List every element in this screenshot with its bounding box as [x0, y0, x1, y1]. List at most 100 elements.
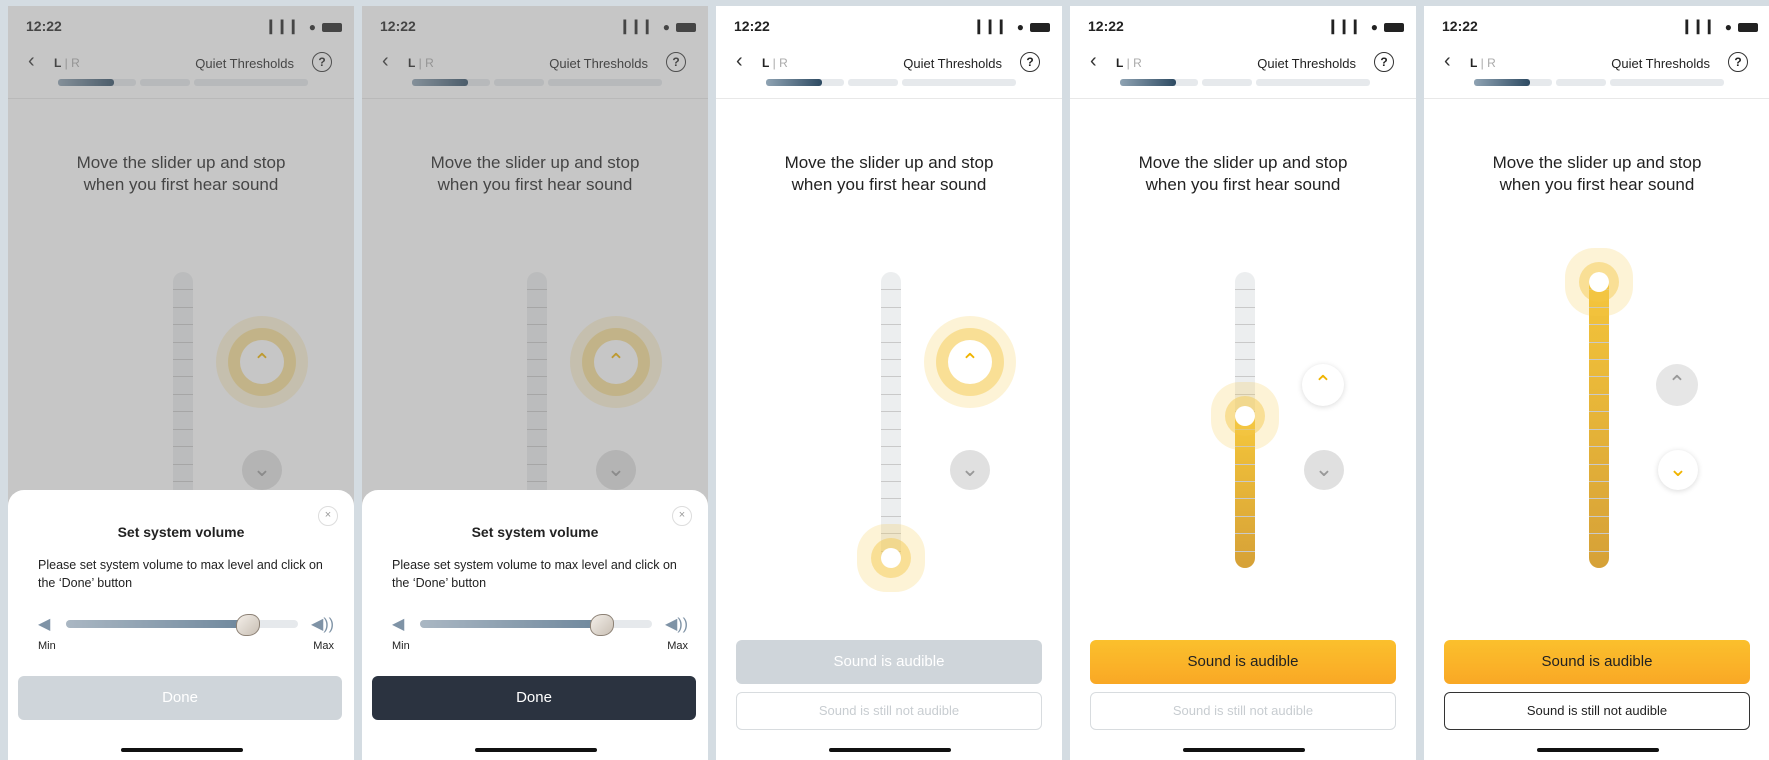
slider-tick	[1589, 324, 1609, 326]
slider-tick	[881, 324, 901, 326]
up-button[interactable]: ⌃	[1656, 364, 1698, 406]
page-title: Quiet Thresholds	[1611, 56, 1710, 71]
slider-tick	[1235, 428, 1255, 430]
nav-bar: ‹ L | R Quiet Thresholds ?	[1424, 50, 1769, 78]
max-label: Max	[667, 640, 688, 652]
slider-tick	[881, 289, 901, 291]
sound-audible-button[interactable]: Sound is audible	[1444, 640, 1750, 684]
help-icon[interactable]: ?	[1728, 52, 1748, 72]
home-indicator	[121, 748, 243, 752]
done-button[interactable]: Done	[372, 676, 696, 720]
screen-3: 12:22 ▎▎▎ ● ‹ L | R Quiet Thresholds ? M…	[716, 6, 1062, 760]
back-icon[interactable]: ‹	[1444, 50, 1451, 73]
slider-tick	[1589, 480, 1609, 482]
down-button[interactable]: ⌄	[1658, 450, 1698, 490]
slider-tick	[1235, 341, 1255, 343]
back-icon[interactable]: ‹	[736, 50, 743, 73]
slider-tick	[1589, 411, 1609, 413]
down-button[interactable]: ⌄	[1304, 450, 1344, 490]
slider-tick	[881, 428, 901, 430]
help-icon[interactable]: ?	[1020, 52, 1040, 72]
ear-toggle[interactable]: L | R	[1116, 56, 1142, 70]
sheet-description: Please set system volume to max level an…	[38, 558, 323, 590]
screen-4: 12:22 ▎▎▎ ● ‹ L | R Quiet Thresholds ? M…	[1070, 6, 1416, 760]
volume-slider[interactable]: ◀ ◀)) Min Max	[392, 614, 688, 654]
screen-5: 12:22 ▎▎▎ ● ‹ L | R Quiet Thresholds ? M…	[1424, 6, 1769, 760]
volume-slider[interactable]: ◀ ◀)) Min Max	[38, 614, 334, 654]
min-label: Min	[38, 640, 56, 652]
home-indicator	[1183, 748, 1305, 752]
slider-tick	[1235, 498, 1255, 500]
slider-tick	[881, 463, 901, 465]
threshold-slider-track[interactable]	[881, 272, 901, 568]
instruction-text: Move the slider up and stop when you firs…	[1492, 153, 1702, 194]
status-bar: 12:22 ▎▎▎ ●	[1088, 18, 1404, 38]
sound-audible-button[interactable]: Sound is audible	[1090, 640, 1396, 684]
sound-not-audible-button[interactable]: Sound is still not audible	[1090, 692, 1396, 730]
slider-tick	[881, 498, 901, 500]
slider-tick	[881, 533, 901, 535]
done-button[interactable]: Done	[18, 676, 342, 720]
instruction-text: Move the slider up and stop when you firs…	[1138, 153, 1348, 194]
signal-wifi-battery-icon: ▎▎▎ ●	[1332, 20, 1404, 34]
slider-tick	[1235, 324, 1255, 326]
progress-bar	[1120, 79, 1370, 86]
up-button[interactable]: ⌃	[948, 340, 992, 384]
progress-bar	[1474, 79, 1724, 86]
slider-tick	[1235, 359, 1255, 361]
sheet-title: Set system volume	[471, 524, 599, 540]
slider-tick	[1589, 446, 1609, 448]
volume-sheet: × Set system volume Please set system vo…	[362, 490, 708, 760]
slider-tick	[1235, 393, 1255, 395]
status-time: 12:22	[1442, 18, 1478, 34]
slider-tick	[1235, 515, 1255, 517]
ear-toggle[interactable]: L | R	[1470, 56, 1496, 70]
screen-1: 12:22 ▎▎▎ ● ‹ L | R Quiet Thresholds ? M…	[8, 6, 354, 760]
slider-tick	[881, 341, 901, 343]
sheet-description: Please set system volume to max level an…	[392, 558, 677, 590]
close-icon[interactable]: ×	[318, 506, 338, 526]
threshold-slider-track[interactable]	[1589, 272, 1609, 568]
volume-thumb[interactable]	[589, 614, 614, 636]
volume-thumb[interactable]	[235, 614, 260, 636]
slider-tick	[1589, 393, 1609, 395]
down-button[interactable]: ⌄	[950, 450, 990, 490]
status-time: 12:22	[1088, 18, 1124, 34]
up-button[interactable]: ⌃	[1302, 364, 1344, 406]
slider-tick	[881, 376, 901, 378]
sound-not-audible-button[interactable]: Sound is still not audible	[1444, 692, 1750, 730]
status-bar: 12:22 ▎▎▎ ●	[734, 18, 1050, 38]
slider-tick	[1235, 533, 1255, 535]
threshold-slider-thumb[interactable]	[881, 548, 901, 568]
sound-audible-button[interactable]: Sound is audible	[736, 640, 1042, 684]
slider-tick	[881, 393, 901, 395]
slider-tick	[1235, 463, 1255, 465]
sound-not-audible-button[interactable]: Sound is still not audible	[736, 692, 1042, 730]
home-indicator	[1537, 748, 1659, 752]
slider-tick	[1589, 463, 1609, 465]
max-label: Max	[313, 640, 334, 652]
threshold-slider-thumb[interactable]	[1589, 272, 1609, 292]
slider-tick	[1589, 341, 1609, 343]
slider-tick	[1589, 515, 1609, 517]
help-icon[interactable]: ?	[1374, 52, 1394, 72]
back-icon[interactable]: ‹	[1090, 50, 1097, 73]
sheet-title: Set system volume	[117, 524, 245, 540]
speaker-max-icon: ◀))	[311, 616, 334, 633]
slider-tick	[1589, 498, 1609, 500]
slider-tick	[1235, 376, 1255, 378]
volume-sheet: × Set system volume Please set system vo…	[8, 490, 354, 760]
threshold-slider-thumb[interactable]	[1235, 406, 1255, 426]
home-indicator	[475, 748, 597, 752]
slider-tick	[881, 411, 901, 413]
ear-toggle[interactable]: L | R	[762, 56, 788, 70]
nav-bar: ‹ L | R Quiet Thresholds ?	[1070, 50, 1416, 78]
slider-tick	[1589, 306, 1609, 308]
slider-tick	[881, 480, 901, 482]
screen-2: 12:22 ▎▎▎ ● ‹ L | R Quiet Thresholds ? M…	[362, 6, 708, 760]
close-icon[interactable]: ×	[672, 506, 692, 526]
slider-tick	[1235, 480, 1255, 482]
nav-bar: ‹ L | R Quiet Thresholds ?	[716, 50, 1062, 78]
page-title: Quiet Thresholds	[1257, 56, 1356, 71]
status-bar: 12:22 ▎▎▎ ●	[1442, 18, 1758, 38]
